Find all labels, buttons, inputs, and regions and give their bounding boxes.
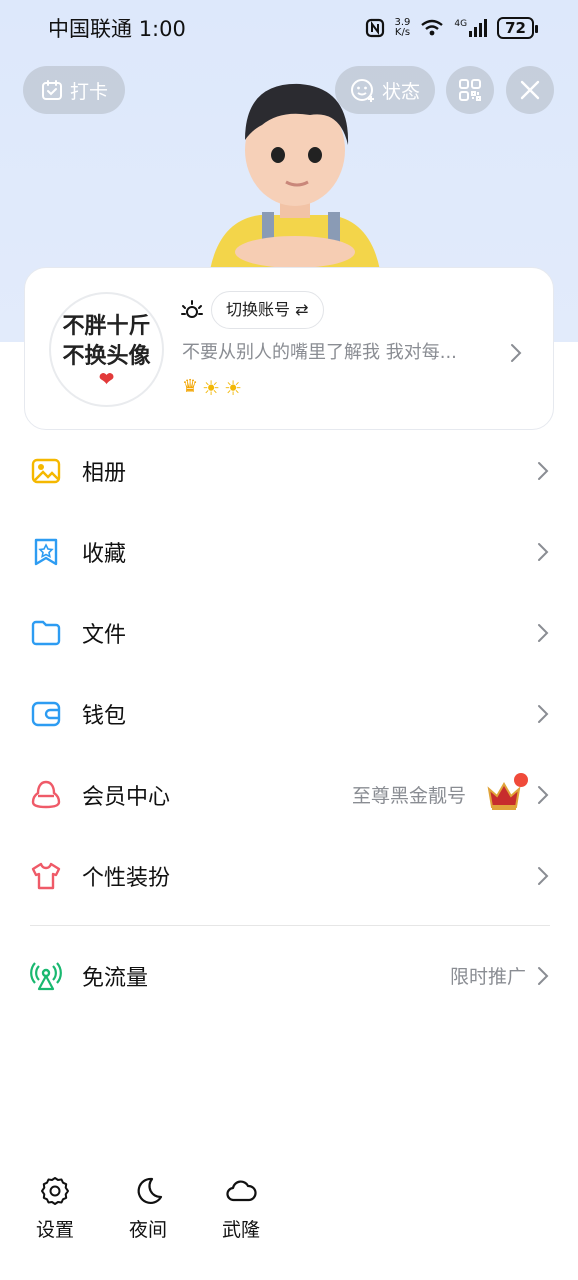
menu-item-files[interactable]: 文件 bbox=[0, 592, 578, 673]
night-mode-button[interactable]: 夜间 bbox=[113, 1175, 183, 1242]
cell-signal-icon: 4G bbox=[454, 19, 488, 37]
menu-label: 会员中心 bbox=[82, 784, 171, 810]
chevron-right-icon bbox=[538, 966, 549, 985]
settings-label: 设置 bbox=[35, 1219, 74, 1241]
qr-code-icon bbox=[459, 79, 481, 101]
menu-label: 钱包 bbox=[82, 703, 127, 729]
wallet-icon bbox=[31, 701, 61, 726]
menu-item-favorites[interactable]: 收藏 bbox=[0, 511, 578, 592]
chevron-right-icon bbox=[538, 785, 549, 804]
album-icon bbox=[31, 458, 61, 483]
status-right: 3.9 K/s 4G 72 bbox=[365, 17, 538, 39]
crown-icon: ♛ bbox=[182, 376, 199, 397]
menu-item-free-data[interactable]: 免流量 限时推广 bbox=[0, 935, 578, 1016]
avatar-text-line1: 不胖十斤 bbox=[62, 312, 151, 339]
menu-label: 相册 bbox=[82, 460, 127, 486]
menu-item-album[interactable]: 相册 bbox=[0, 430, 578, 511]
shirt-icon bbox=[31, 862, 61, 889]
menu-divider bbox=[30, 925, 550, 926]
status-left: 中国联通 1:00 bbox=[48, 13, 186, 43]
switch-account-button[interactable]: 切换账号 ⇄ bbox=[211, 291, 324, 329]
chevron-right-icon bbox=[538, 866, 549, 885]
sun-outline-icon bbox=[181, 300, 203, 318]
level-badges[interactable]: ♛ ☀ ☀ bbox=[182, 376, 242, 400]
sun-badge-icon: ☀ bbox=[202, 376, 221, 400]
sun-badge-icon: ☀ bbox=[224, 376, 243, 400]
night-label: 夜间 bbox=[128, 1219, 167, 1241]
close-icon bbox=[520, 80, 540, 100]
folder-icon bbox=[31, 620, 61, 645]
signature-text[interactable]: 不要从别人的嘴里了解我 我对每... bbox=[182, 338, 502, 364]
weather-label: 武隆 bbox=[221, 1219, 260, 1241]
favorites-icon bbox=[34, 538, 58, 565]
menu-label: 文件 bbox=[82, 622, 127, 648]
profile-avatar[interactable]: 不胖十斤 不换头像 ❤ bbox=[49, 292, 164, 407]
heart-icon: ❤ bbox=[98, 368, 115, 390]
profile-card[interactable]: 不胖十斤 不换头像 ❤ 切换账号 ⇄ 不要从别人的嘴里了解我 我对每... ♛ … bbox=[24, 267, 554, 430]
chevron-right-icon bbox=[538, 542, 549, 561]
avatar-text-line2: 不换头像 bbox=[62, 342, 151, 369]
member-promo-text: 至尊黑金靓号 bbox=[351, 785, 466, 807]
chevron-right-icon bbox=[538, 704, 549, 723]
vip-crown-badge bbox=[484, 772, 528, 815]
checkin-button[interactable]: 打卡 bbox=[23, 66, 125, 114]
menu-item-member-center[interactable]: 会员中心 至尊黑金靓号 bbox=[0, 754, 578, 835]
chevron-right-icon[interactable] bbox=[509, 342, 523, 364]
battery-indicator: 72 bbox=[497, 17, 538, 39]
qr-code-button[interactable] bbox=[446, 66, 494, 114]
menu-item-personalization[interactable]: 个性装扮 bbox=[0, 835, 578, 916]
free-data-icon bbox=[30, 961, 62, 990]
member-icon bbox=[31, 780, 61, 808]
menu-item-wallet[interactable]: 钱包 bbox=[0, 673, 578, 754]
wifi-icon bbox=[421, 19, 444, 36]
menu-label: 免流量 bbox=[82, 965, 149, 991]
chevron-right-icon bbox=[538, 623, 549, 642]
status-button[interactable]: 状态 bbox=[335, 66, 435, 114]
status-bar: 中国联通 1:00 3.9 K/s 4G 72 bbox=[0, 0, 578, 56]
smile-plus-icon bbox=[350, 79, 374, 102]
settings-button[interactable]: 设置 bbox=[20, 1175, 90, 1242]
gear-icon bbox=[41, 1177, 69, 1205]
carrier-name: 中国联通 bbox=[48, 17, 132, 41]
weather-button[interactable]: 武隆 bbox=[206, 1175, 276, 1242]
net-speed: 3.9 K/s bbox=[394, 17, 411, 38]
chevron-right-icon bbox=[538, 461, 549, 480]
notification-dot bbox=[514, 772, 528, 787]
checkin-label: 打卡 bbox=[69, 80, 108, 103]
menu-label: 收藏 bbox=[82, 541, 127, 567]
cloud-icon bbox=[226, 1180, 257, 1202]
clock: 1:00 bbox=[138, 17, 186, 41]
close-button[interactable] bbox=[506, 66, 554, 114]
moon-icon bbox=[137, 1177, 163, 1204]
status-label: 状态 bbox=[381, 80, 420, 103]
nfc-icon bbox=[365, 18, 384, 38]
calendar-check-icon bbox=[41, 80, 62, 100]
free-data-promo-text: 限时推广 bbox=[449, 966, 526, 988]
menu-label: 个性装扮 bbox=[82, 865, 171, 891]
